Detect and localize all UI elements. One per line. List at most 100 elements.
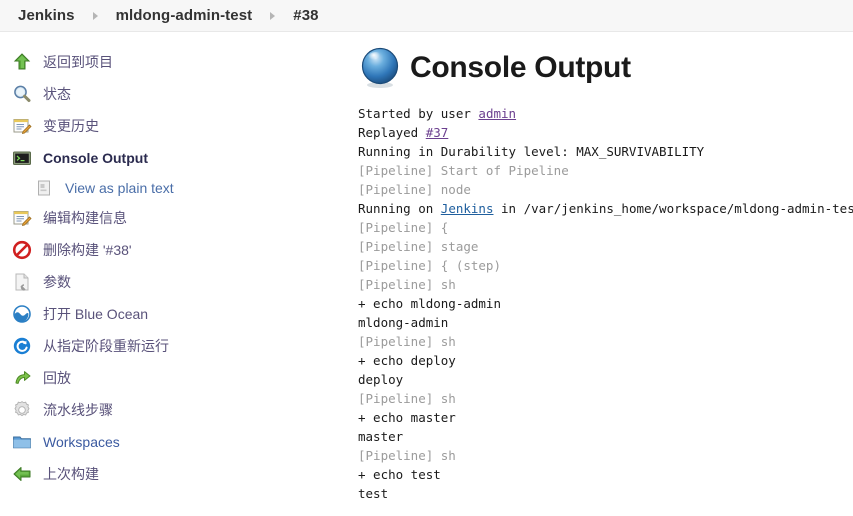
replay-arrow-icon (10, 366, 34, 390)
console-log-line: master (358, 427, 853, 446)
console-log-line: [Pipeline] Start of Pipeline (358, 161, 853, 180)
sidebar-item-parameters[interactable]: 参数 (0, 266, 358, 298)
console-log-line: + echo test (358, 465, 853, 484)
console-log-line: Started by user admin (358, 104, 853, 123)
document-wrench-icon (10, 270, 34, 294)
sidebar-label: 上次构建 (43, 464, 99, 484)
console-log-line: [Pipeline] sh (358, 275, 853, 294)
console-log-line: [Pipeline] stage (358, 237, 853, 256)
console-log-line: Running in Durability level: MAX_SURVIVA… (358, 142, 853, 161)
sidebar-label: Console Output (43, 150, 148, 166)
sidebar-item-restart-from-stage[interactable]: 从指定阶段重新运行 (0, 330, 358, 362)
breadcrumb-separator-icon (93, 12, 98, 20)
console-log-line: [Pipeline] sh (358, 446, 853, 465)
breadcrumb-item-build[interactable]: #38 (293, 7, 318, 24)
sidebar-label: 编辑构建信息 (43, 208, 127, 228)
console-log-link[interactable]: #37 (426, 125, 449, 140)
console-log-link[interactable]: admin (478, 106, 516, 121)
sidebar-label: 参数 (43, 272, 71, 292)
terminal-icon (10, 146, 34, 170)
console-log-text: [Pipeline] { (358, 220, 448, 235)
console-log-text: [Pipeline] sh (358, 391, 456, 406)
console-log-line: + echo deploy (358, 351, 853, 370)
breadcrumb-item-jenkins[interactable]: Jenkins (18, 7, 75, 24)
console-log-text: [Pipeline] Start of Pipeline (358, 163, 569, 178)
console-log-line: + echo master (358, 408, 853, 427)
gear-icon (10, 398, 34, 422)
console-log-text: deploy (358, 372, 403, 387)
sidebar-label: 打开 Blue Ocean (43, 304, 148, 324)
console-log: Started by user adminReplayed #37Running… (358, 104, 853, 503)
console-log-text: [Pipeline] sh (358, 448, 456, 463)
console-log-text: mldong-admin (358, 315, 448, 330)
console-header: Console Output (358, 46, 853, 90)
sidebar-label: 状态 (43, 84, 71, 104)
page-body: 返回到项目 状态 变更历史 (0, 32, 853, 516)
sidebar-label: Workspaces (43, 434, 120, 450)
console-log-line: [Pipeline] node (358, 180, 853, 199)
console-log-text: [Pipeline] sh (358, 334, 456, 349)
left-arrow-icon (10, 462, 34, 486)
console-log-line: deploy (358, 370, 853, 389)
sidebar-item-replay[interactable]: 回放 (0, 362, 358, 394)
console-log-text: + echo test (358, 467, 441, 482)
sidebar-item-console-output[interactable]: Console Output (0, 142, 358, 174)
console-log-link[interactable]: Jenkins (441, 201, 494, 216)
console-log-text: in /var/jenkins_home/workspace/mldong-ad… (493, 201, 853, 216)
sidebar-item-delete-build[interactable]: 删除构建 '#38' (0, 234, 358, 266)
console-log-line: [Pipeline] { (358, 218, 853, 237)
sidebar-item-edit-build-info[interactable]: 编辑构建信息 (0, 202, 358, 234)
sidebar-sub-label: View as plain text (65, 180, 174, 196)
console-log-line: [Pipeline] { (step) (358, 256, 853, 275)
plain-text-icon (32, 176, 56, 200)
console-log-text: Running in Durability level: MAX_SURVIVA… (358, 144, 704, 159)
console-log-line: mldong-admin (358, 313, 853, 332)
restart-icon (10, 334, 34, 358)
sidebar: 返回到项目 状态 变更历史 (0, 32, 358, 516)
console-log-text: + echo mldong-admin (358, 296, 501, 311)
sidebar-label: 返回到项目 (43, 52, 113, 72)
sidebar-label: 删除构建 '#38' (43, 240, 132, 260)
folder-icon (10, 430, 34, 454)
console-log-line: Running on Jenkins in /var/jenkins_home/… (358, 199, 853, 218)
console-log-text: Running on (358, 201, 441, 216)
sidebar-item-view-as-plain-text[interactable]: View as plain text (0, 174, 358, 202)
sidebar-item-status[interactable]: 状态 (0, 78, 358, 110)
breadcrumb: Jenkins mldong-admin-test #38 (0, 0, 853, 32)
up-arrow-icon (10, 50, 34, 74)
sidebar-item-previous-build[interactable]: 上次构建 (0, 458, 358, 490)
console-log-line: + echo mldong-admin (358, 294, 853, 313)
console-output-panel: Console Output Started by user adminRepl… (358, 32, 853, 516)
console-log-line: [Pipeline] sh (358, 389, 853, 408)
console-log-line: Replayed #37 (358, 123, 853, 142)
blue-ocean-icon (10, 302, 34, 326)
console-log-text: + echo master (358, 410, 456, 425)
sidebar-item-change-history[interactable]: 变更历史 (0, 110, 358, 142)
console-log-text: [Pipeline] { (step) (358, 258, 501, 273)
console-log-text: [Pipeline] node (358, 182, 471, 197)
console-log-text: Started by user (358, 106, 478, 121)
sidebar-label: 流水线步骤 (43, 400, 113, 420)
sidebar-item-back-to-project[interactable]: 返回到项目 (0, 46, 358, 78)
console-log-line: test (358, 484, 853, 503)
magnifier-icon (10, 82, 34, 106)
console-log-text: test (358, 486, 388, 501)
sidebar-label: 回放 (43, 368, 71, 388)
console-log-line: [Pipeline] sh (358, 332, 853, 351)
console-log-text: Replayed (358, 125, 426, 140)
sidebar-label: 变更历史 (43, 116, 99, 136)
console-log-text: master (358, 429, 403, 444)
breadcrumb-separator-icon (270, 12, 275, 20)
no-entry-icon (10, 238, 34, 262)
sidebar-label: 从指定阶段重新运行 (43, 336, 169, 356)
notepad-pencil-icon (10, 114, 34, 138)
breadcrumb-item-job[interactable]: mldong-admin-test (116, 7, 253, 24)
sidebar-item-workspaces[interactable]: Workspaces (0, 426, 358, 458)
console-log-text: [Pipeline] sh (358, 277, 456, 292)
notepad-pencil-icon (10, 206, 34, 230)
sidebar-item-pipeline-steps[interactable]: 流水线步骤 (0, 394, 358, 426)
blue-sphere-icon (358, 46, 402, 90)
sidebar-item-open-blue-ocean[interactable]: 打开 Blue Ocean (0, 298, 358, 330)
console-log-text: [Pipeline] stage (358, 239, 478, 254)
page-title: Console Output (410, 51, 631, 85)
